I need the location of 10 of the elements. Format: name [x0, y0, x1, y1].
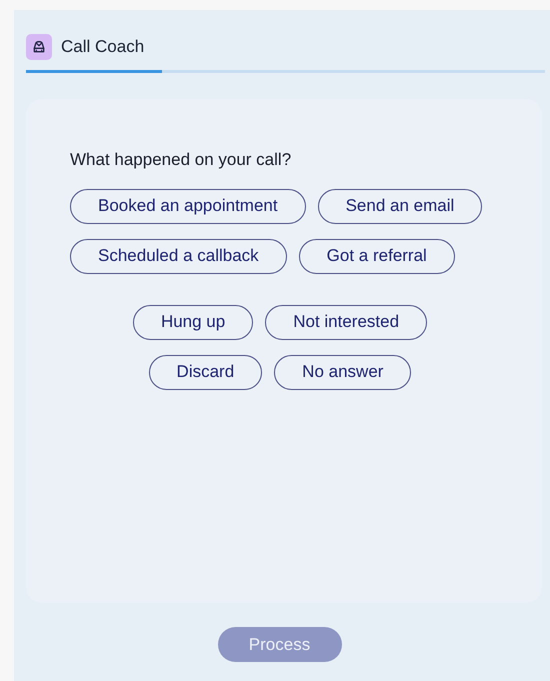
option-button[interactable]: Scheduled a callback [70, 238, 287, 274]
option-button[interactable]: Discard [148, 354, 262, 390]
option-button[interactable]: Send an email [318, 188, 482, 224]
option-button[interactable]: Not interested [265, 304, 428, 340]
option-button[interactable]: Got a referral [298, 238, 455, 274]
option-button[interactable]: Booked an appointment [70, 188, 306, 224]
option-button[interactable]: No answer [274, 354, 412, 390]
question-text: What happened on your call? [70, 149, 292, 171]
tab[interactable]: Call Coach [26, 34, 162, 73]
option-button[interactable]: Hung up [132, 304, 254, 340]
